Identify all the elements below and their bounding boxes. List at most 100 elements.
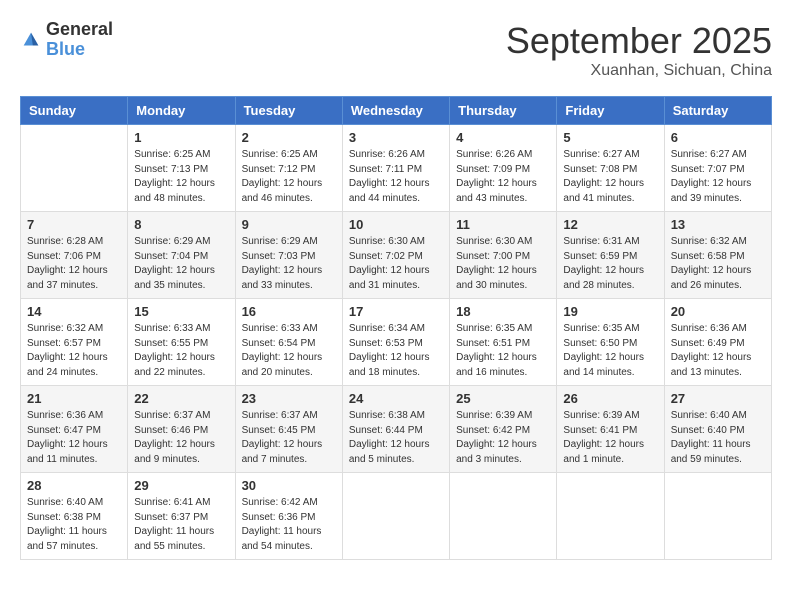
logo-general: General bbox=[46, 19, 113, 39]
logo-icon bbox=[20, 29, 42, 51]
day-number: 1 bbox=[134, 130, 228, 145]
weekday-header: Wednesday bbox=[342, 97, 449, 125]
day-info: Sunrise: 6:32 AM Sunset: 6:58 PM Dayligh… bbox=[671, 235, 765, 293]
calendar-cell: 15 Sunrise: 6:33 AM Sunset: 6:55 PM Dayli… bbox=[128, 299, 235, 386]
day-number: 5 bbox=[563, 130, 657, 145]
weekday-header: Thursday bbox=[450, 97, 557, 125]
day-number: 15 bbox=[134, 304, 228, 319]
calendar-cell: 11 Sunrise: 6:30 AM Sunset: 7:00 PM Dayli… bbox=[450, 212, 557, 299]
day-info: Sunrise: 6:29 AM Sunset: 7:04 PM Dayligh… bbox=[134, 235, 228, 293]
location: Xuanhan, Sichuan, China bbox=[506, 62, 772, 80]
calendar-cell bbox=[21, 125, 128, 212]
day-info: Sunrise: 6:35 AM Sunset: 6:50 PM Dayligh… bbox=[563, 322, 657, 380]
calendar-cell: 22Sunrise: 6:37 AM Sunset: 6:46 PM Dayli… bbox=[128, 386, 235, 473]
calendar-cell bbox=[342, 473, 449, 560]
day-info: Sunrise: 6:31 AM Sunset: 6:59 PM Dayligh… bbox=[563, 235, 657, 293]
calendar-week-row: 7Sunrise: 6:28 AM Sunset: 7:06 PM Daylig… bbox=[21, 212, 772, 299]
calendar-cell: 17 Sunrise: 6:34 AM Sunset: 6:53 PM Dayli… bbox=[342, 299, 449, 386]
weekday-header: Sunday bbox=[21, 97, 128, 125]
day-info: Sunrise: 6:39 AM Sunset: 6:42 PM Dayligh… bbox=[456, 409, 550, 467]
day-number: 24 bbox=[349, 391, 443, 406]
day-number: 26 bbox=[563, 391, 657, 406]
calendar-cell: 18Sunrise: 6:35 AM Sunset: 6:51 PM Dayli… bbox=[450, 299, 557, 386]
day-number: 2 bbox=[242, 130, 336, 145]
day-number: 6 bbox=[671, 130, 765, 145]
day-info: Sunrise: 6:26 AM Sunset: 7:09 PM Dayligh… bbox=[456, 148, 550, 206]
day-number: 7 bbox=[27, 217, 121, 232]
day-number: 13 bbox=[671, 217, 765, 232]
weekday-header: Friday bbox=[557, 97, 664, 125]
calendar-cell: 24 Sunrise: 6:38 AM Sunset: 6:44 PM Dayli… bbox=[342, 386, 449, 473]
month-title: September 2025 bbox=[506, 20, 772, 62]
calendar-cell: 21 Sunrise: 6:36 AM Sunset: 6:47 PM Dayli… bbox=[21, 386, 128, 473]
calendar-cell: 14 Sunrise: 6:32 AM Sunset: 6:57 PM Dayli… bbox=[21, 299, 128, 386]
calendar-cell: 7Sunrise: 6:28 AM Sunset: 7:06 PM Daylig… bbox=[21, 212, 128, 299]
day-number: 20 bbox=[671, 304, 765, 319]
day-info: Sunrise: 6:40 AM Sunset: 6:38 PM Dayligh… bbox=[27, 496, 121, 554]
weekday-header: Tuesday bbox=[235, 97, 342, 125]
day-number: 19 bbox=[563, 304, 657, 319]
day-number: 11 bbox=[456, 217, 550, 232]
calendar-cell: 6Sunrise: 6:27 AM Sunset: 7:07 PM Daylig… bbox=[664, 125, 771, 212]
day-info: Sunrise: 6:35 AM Sunset: 6:51 PM Dayligh… bbox=[456, 322, 550, 380]
calendar-cell: 26 Sunrise: 6:39 AM Sunset: 6:41 PM Dayli… bbox=[557, 386, 664, 473]
calendar-header-row: SundayMondayTuesdayWednesdayThursdayFrid… bbox=[21, 97, 772, 125]
day-number: 3 bbox=[349, 130, 443, 145]
day-info: Sunrise: 6:33 AM Sunset: 6:54 PM Dayligh… bbox=[242, 322, 336, 380]
day-number: 8 bbox=[134, 217, 228, 232]
calendar-cell: 30Sunrise: 6:42 AM Sunset: 6:36 PM Dayli… bbox=[235, 473, 342, 560]
calendar-week-row: 21 Sunrise: 6:36 AM Sunset: 6:47 PM Dayli… bbox=[21, 386, 772, 473]
calendar-cell: 25 Sunrise: 6:39 AM Sunset: 6:42 PM Dayli… bbox=[450, 386, 557, 473]
weekday-header: Saturday bbox=[664, 97, 771, 125]
day-number: 21 bbox=[27, 391, 121, 406]
day-info: Sunrise: 6:36 AM Sunset: 6:49 PM Dayligh… bbox=[671, 322, 765, 380]
calendar-cell: 16 Sunrise: 6:33 AM Sunset: 6:54 PM Dayli… bbox=[235, 299, 342, 386]
day-number: 16 bbox=[242, 304, 336, 319]
day-info: Sunrise: 6:33 AM Sunset: 6:55 PM Dayligh… bbox=[134, 322, 228, 380]
calendar-week-row: 14 Sunrise: 6:32 AM Sunset: 6:57 PM Dayli… bbox=[21, 299, 772, 386]
calendar-cell bbox=[557, 473, 664, 560]
day-info: Sunrise: 6:32 AM Sunset: 6:57 PM Dayligh… bbox=[27, 322, 121, 380]
day-number: 14 bbox=[27, 304, 121, 319]
day-number: 17 bbox=[349, 304, 443, 319]
day-info: Sunrise: 6:39 AM Sunset: 6:41 PM Dayligh… bbox=[563, 409, 657, 467]
day-info: Sunrise: 6:34 AM Sunset: 6:53 PM Dayligh… bbox=[349, 322, 443, 380]
day-number: 29 bbox=[134, 478, 228, 493]
calendar-cell: 27Sunrise: 6:40 AM Sunset: 6:40 PM Dayli… bbox=[664, 386, 771, 473]
calendar-cell: 5 Sunrise: 6:27 AM Sunset: 7:08 PM Daylig… bbox=[557, 125, 664, 212]
day-number: 4 bbox=[456, 130, 550, 145]
day-info: Sunrise: 6:29 AM Sunset: 7:03 PM Dayligh… bbox=[242, 235, 336, 293]
day-number: 9 bbox=[242, 217, 336, 232]
day-info: Sunrise: 6:38 AM Sunset: 6:44 PM Dayligh… bbox=[349, 409, 443, 467]
day-info: Sunrise: 6:40 AM Sunset: 6:40 PM Dayligh… bbox=[671, 409, 765, 467]
day-number: 22 bbox=[134, 391, 228, 406]
calendar-week-row: 28Sunrise: 6:40 AM Sunset: 6:38 PM Dayli… bbox=[21, 473, 772, 560]
day-number: 25 bbox=[456, 391, 550, 406]
calendar-cell: 20 Sunrise: 6:36 AM Sunset: 6:49 PM Dayli… bbox=[664, 299, 771, 386]
day-info: Sunrise: 6:36 AM Sunset: 6:47 PM Dayligh… bbox=[27, 409, 121, 467]
calendar-cell: 29 Sunrise: 6:41 AM Sunset: 6:37 PM Dayli… bbox=[128, 473, 235, 560]
calendar-cell bbox=[450, 473, 557, 560]
day-info: Sunrise: 6:25 AM Sunset: 7:12 PM Dayligh… bbox=[242, 148, 336, 206]
calendar-cell: 1Sunrise: 6:25 AM Sunset: 7:13 PM Daylig… bbox=[128, 125, 235, 212]
calendar-cell: 12 Sunrise: 6:31 AM Sunset: 6:59 PM Dayli… bbox=[557, 212, 664, 299]
day-info: Sunrise: 6:26 AM Sunset: 7:11 PM Dayligh… bbox=[349, 148, 443, 206]
day-info: Sunrise: 6:30 AM Sunset: 7:00 PM Dayligh… bbox=[456, 235, 550, 293]
day-info: Sunrise: 6:42 AM Sunset: 6:36 PM Dayligh… bbox=[242, 496, 336, 554]
calendar-week-row: 1Sunrise: 6:25 AM Sunset: 7:13 PM Daylig… bbox=[21, 125, 772, 212]
calendar-cell bbox=[664, 473, 771, 560]
calendar-cell: 10Sunrise: 6:30 AM Sunset: 7:02 PM Dayli… bbox=[342, 212, 449, 299]
logo: General Blue bbox=[20, 20, 113, 60]
day-number: 12 bbox=[563, 217, 657, 232]
calendar-cell: 28Sunrise: 6:40 AM Sunset: 6:38 PM Dayli… bbox=[21, 473, 128, 560]
day-info: Sunrise: 6:27 AM Sunset: 7:08 PM Dayligh… bbox=[563, 148, 657, 206]
day-info: Sunrise: 6:41 AM Sunset: 6:37 PM Dayligh… bbox=[134, 496, 228, 554]
page-header: General Blue September 2025 Xuanhan, Sic… bbox=[20, 20, 772, 80]
day-number: 23 bbox=[242, 391, 336, 406]
calendar-cell: 8 Sunrise: 6:29 AM Sunset: 7:04 PM Daylig… bbox=[128, 212, 235, 299]
calendar-cell: 4 Sunrise: 6:26 AM Sunset: 7:09 PM Daylig… bbox=[450, 125, 557, 212]
day-info: Sunrise: 6:37 AM Sunset: 6:45 PM Dayligh… bbox=[242, 409, 336, 467]
calendar-cell: 23 Sunrise: 6:37 AM Sunset: 6:45 PM Dayli… bbox=[235, 386, 342, 473]
calendar-cell: 13 Sunrise: 6:32 AM Sunset: 6:58 PM Dayli… bbox=[664, 212, 771, 299]
day-number: 10 bbox=[349, 217, 443, 232]
